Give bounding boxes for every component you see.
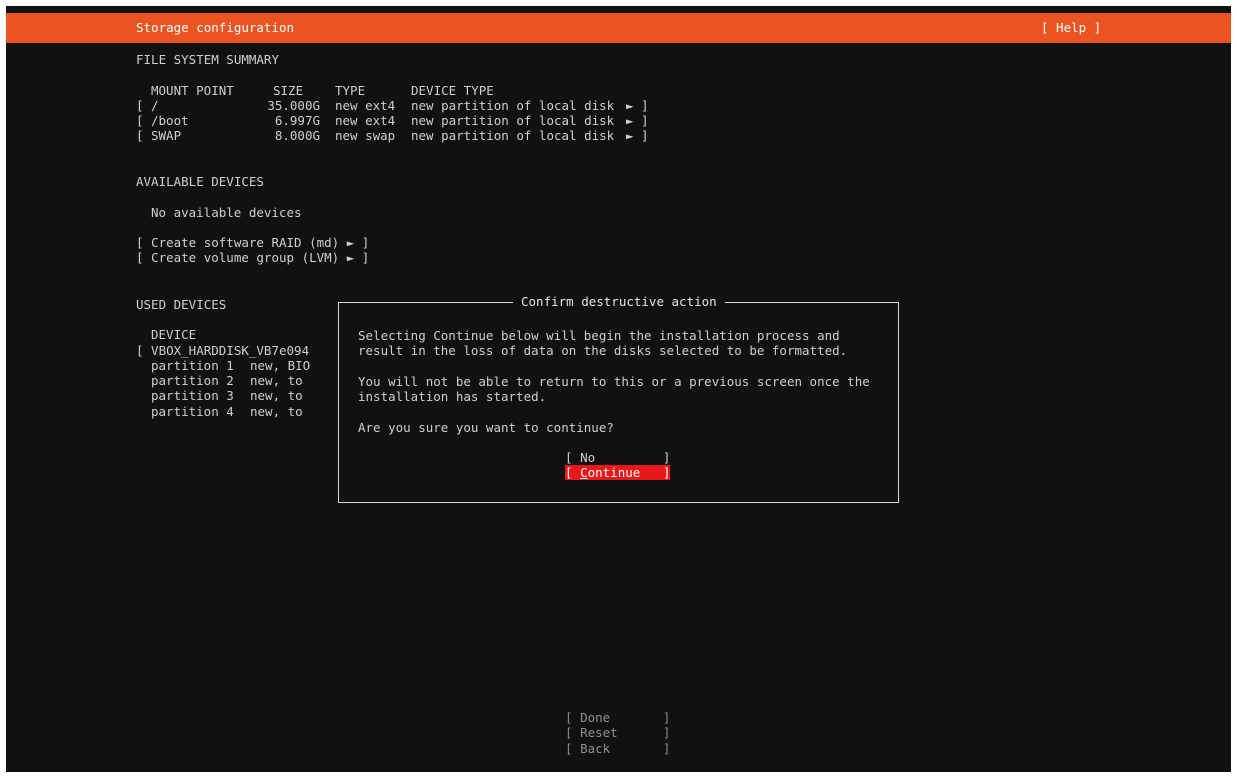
mount-point: /boot: [151, 113, 189, 128]
device-type: new partition of local disk: [411, 98, 615, 113]
continue-button[interactable]: [ Continue ]: [565, 465, 671, 481]
row-open-bracket: [: [136, 128, 144, 143]
dialog-message-line: installation has started.: [358, 389, 547, 404]
dialog-title: Confirm destructive action: [513, 294, 725, 310]
fs-type: new ext4: [335, 98, 396, 113]
fs-type: new ext4: [335, 113, 396, 128]
row-close-bracket: ]: [641, 98, 649, 113]
create-lvm-button[interactable]: [ Create volume group (LVM) ► ]: [136, 250, 369, 265]
bracket: [: [565, 741, 581, 756]
create-raid-button[interactable]: [ Create software RAID (md) ► ]: [136, 235, 369, 250]
partition-info: new, to: [250, 404, 303, 419]
expand-arrow-icon: ►: [626, 128, 634, 143]
bracket: ]: [640, 465, 671, 480]
size-value: 35.000G: [267, 98, 320, 113]
device-type: new partition of local disk: [411, 113, 615, 128]
col-type: TYPE: [335, 83, 366, 98]
fs-summary-heading: FILE SYSTEM SUMMARY: [136, 52, 279, 67]
done-button-label: Done: [580, 710, 611, 725]
partition-name: partition 1: [151, 358, 234, 373]
dialog-message-line: Selecting Continue below will begin the …: [358, 328, 840, 343]
dialog-message-line: You will not be able to return to this o…: [358, 374, 870, 389]
partition-info: new, to: [250, 388, 303, 403]
partition-info: new, BIO: [250, 358, 311, 373]
bracket: ]: [610, 741, 671, 756]
bracket: [: [565, 710, 581, 725]
expand-arrow-icon: ►: [626, 113, 634, 128]
row-close-bracket: ]: [641, 128, 649, 143]
row-open-bracket: [: [136, 98, 144, 113]
mount-point: SWAP: [151, 128, 182, 143]
bracket: ]: [610, 710, 671, 725]
size-value: 6.997G: [274, 113, 320, 128]
back-button[interactable]: [ Back ]: [565, 741, 670, 756]
col-device-type: DEVICE TYPE: [411, 83, 494, 98]
col-device: DEVICE: [151, 327, 197, 342]
installer-screen: Storage configuration [ Help ] FILE SYST…: [6, 6, 1231, 772]
no-button-label: No: [580, 450, 596, 465]
used-disk-row[interactable]: [ VBOX_HARDDISK_VB7e094: [136, 343, 309, 358]
bracket: ]: [595, 450, 671, 465]
reset-button-label: Reset: [580, 725, 618, 740]
done-button[interactable]: [ Done ]: [565, 710, 670, 725]
no-devices-text: No available devices: [151, 205, 302, 220]
device-type: new partition of local disk: [411, 128, 615, 143]
used-devices-heading: USED DEVICES: [136, 297, 227, 312]
col-size: SIZE: [273, 83, 304, 98]
col-mount-point: MOUNT POINT: [151, 83, 234, 98]
partition-name: partition 2: [151, 373, 234, 388]
bracket: [: [565, 450, 581, 465]
mount-point: /: [151, 98, 159, 113]
size-value: 8.000G: [274, 128, 320, 143]
page-title: Storage configuration: [136, 20, 295, 35]
partition-name: partition 3: [151, 388, 234, 403]
back-button-label: Back: [580, 741, 611, 756]
bracket: [: [565, 465, 581, 480]
available-devices-heading: AVAILABLE DEVICES: [136, 174, 264, 189]
dialog-question: Are you sure you want to continue?: [358, 420, 614, 435]
dialog-message-line: result in the loss of data on the disks …: [358, 343, 848, 358]
help-button[interactable]: [ Help ]: [1041, 20, 1101, 35]
row-close-bracket: ]: [641, 113, 649, 128]
header-bar: Storage configuration [ Help ]: [6, 13, 1231, 43]
row-open-bracket: [: [136, 113, 144, 128]
confirm-dialog: Confirm destructive action Selecting Con…: [338, 294, 899, 503]
fs-type: new swap: [335, 128, 396, 143]
bracket: [: [565, 725, 581, 740]
continue-hotkey-letter: C: [580, 465, 588, 480]
expand-arrow-icon: ►: [626, 98, 634, 113]
partition-name: partition 4: [151, 404, 234, 419]
reset-button[interactable]: [ Reset ]: [565, 725, 670, 740]
partition-info: new, to: [250, 373, 303, 388]
continue-button-label: ontinue: [587, 465, 641, 480]
bracket: ]: [617, 725, 671, 740]
no-button[interactable]: [ No ]: [565, 450, 670, 465]
